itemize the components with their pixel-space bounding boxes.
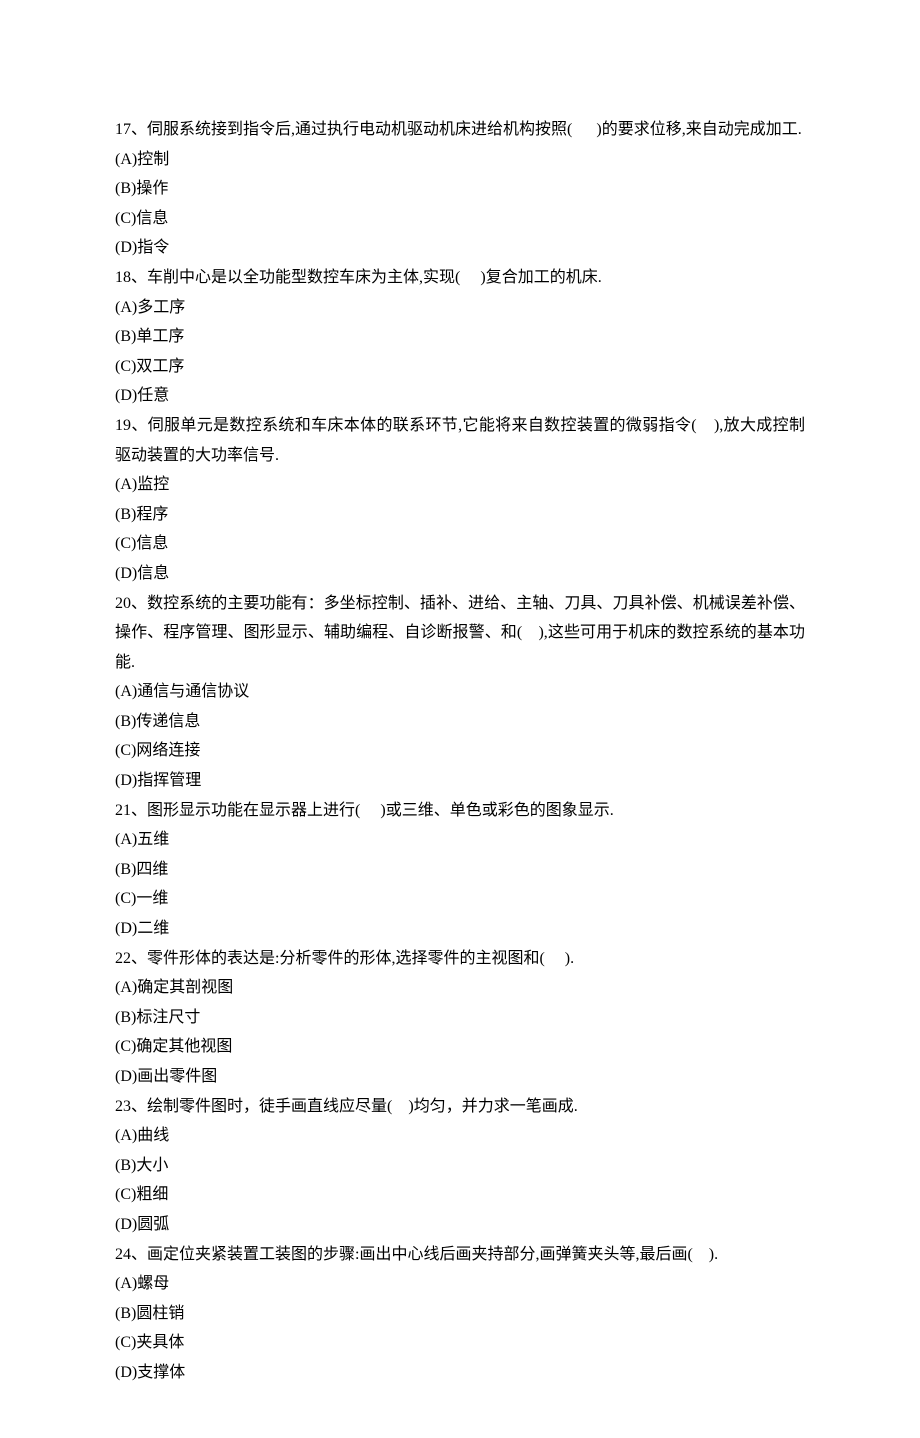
option: (D)支撑体 [115, 1358, 805, 1388]
option: (D)指挥管理 [115, 766, 805, 796]
option: (B)程序 [115, 500, 805, 530]
option: (C)双工序 [115, 352, 805, 382]
question-text-post: ). [709, 1246, 718, 1263]
question-text-pre: 图形显示功能在显示器上进行( [147, 802, 360, 819]
question-text-pre: 车削中心是以全功能型数控车床为主体,实现( [147, 269, 460, 286]
question-23: 23、绘制零件图时，徒手画直线应尽量( )均匀，并力求一笔画成. [115, 1092, 805, 1122]
document-page: 17、伺服系统接到指令后,通过执行电动机驱动机床进给机构按照( )的要求位移,来… [0, 0, 920, 1438]
option: (A)通信与通信协议 [115, 677, 805, 707]
question-number: 24、 [115, 1246, 147, 1263]
option: (D)信息 [115, 559, 805, 589]
question-number: 23、 [115, 1098, 147, 1115]
question-text-pre: 绘制零件图时，徒手画直线应尽量( [147, 1098, 392, 1115]
option: (C)确定其他视图 [115, 1032, 805, 1062]
question-24: 24、画定位夹紧装置工装图的步骤:画出中心线后画夹持部分,画弹簧夹头等,最后画(… [115, 1240, 805, 1270]
option: (A)确定其剖视图 [115, 973, 805, 1003]
question-number: 18、 [115, 269, 147, 286]
option: (A)螺母 [115, 1269, 805, 1299]
question-20: 20、数控系统的主要功能有：多坐标控制、插补、进给、主轴、刀具、刀具补偿、机械误… [115, 589, 805, 678]
question-blank [460, 269, 480, 286]
question-text-post: )的要求位移,来自动完成加工. [596, 121, 801, 138]
question-blank [522, 624, 538, 641]
option: (B)单工序 [115, 322, 805, 352]
question-blank [360, 802, 380, 819]
question-text-pre: 伺服单元是数控系统和车床本体的联系环节,它能将来自数控装置的微弱指令( [148, 417, 697, 434]
option: (C)粗细 [115, 1180, 805, 1210]
option: (B)传递信息 [115, 707, 805, 737]
option: (C)网络连接 [115, 736, 805, 766]
question-blank [693, 1246, 709, 1263]
option: (D)二维 [115, 914, 805, 944]
question-blank [697, 417, 714, 434]
question-number: 21、 [115, 802, 147, 819]
option: (B)标注尺寸 [115, 1003, 805, 1033]
question-22: 22、零件形体的表达是:分析零件的形体,选择零件的主视图和( ). [115, 944, 805, 974]
question-number: 17、 [115, 121, 147, 138]
question-18: 18、车削中心是以全功能型数控车床为主体,实现( )复合加工的机床. [115, 263, 805, 293]
option: (D)指令 [115, 233, 805, 263]
question-text-pre: 零件形体的表达是:分析零件的形体,选择零件的主视图和( [147, 950, 545, 967]
question-text-pre: 伺服系统接到指令后,通过执行电动机驱动机床进给机构按照( [147, 121, 572, 138]
question-blank [545, 950, 565, 967]
option: (D)任意 [115, 381, 805, 411]
option: (B)圆柱销 [115, 1299, 805, 1329]
question-number: 20、 [115, 595, 147, 612]
option: (D)圆弧 [115, 1210, 805, 1240]
question-text-post: ). [565, 950, 574, 967]
question-17: 17、伺服系统接到指令后,通过执行电动机驱动机床进给机构按照( )的要求位移,来… [115, 115, 805, 145]
question-text-post: )或三维、单色或彩色的图象显示. [380, 802, 613, 819]
question-number: 22、 [115, 950, 147, 967]
question-blank [572, 121, 596, 138]
option: (C)信息 [115, 529, 805, 559]
question-21: 21、图形显示功能在显示器上进行( )或三维、单色或彩色的图象显示. [115, 796, 805, 826]
option: (B)操作 [115, 174, 805, 204]
question-text-pre: 画定位夹紧装置工装图的步骤:画出中心线后画夹持部分,画弹簧夹头等,最后画( [147, 1246, 693, 1263]
option: (B)四维 [115, 855, 805, 885]
question-number: 19、 [115, 417, 148, 434]
question-text-post: )复合加工的机床. [480, 269, 601, 286]
option: (A)控制 [115, 145, 805, 175]
question-blank [392, 1098, 408, 1115]
option: (C)一维 [115, 884, 805, 914]
option: (A)监控 [115, 470, 805, 500]
option: (C)夹具体 [115, 1328, 805, 1358]
question-19: 19、伺服单元是数控系统和车床本体的联系环节,它能将来自数控装置的微弱指令( )… [115, 411, 805, 470]
question-text-post: )均匀，并力求一笔画成. [408, 1098, 577, 1115]
option: (B)大小 [115, 1151, 805, 1181]
option: (A)五维 [115, 825, 805, 855]
option: (C)信息 [115, 204, 805, 234]
option: (A)多工序 [115, 293, 805, 323]
option: (A)曲线 [115, 1121, 805, 1151]
option: (D)画出零件图 [115, 1062, 805, 1092]
